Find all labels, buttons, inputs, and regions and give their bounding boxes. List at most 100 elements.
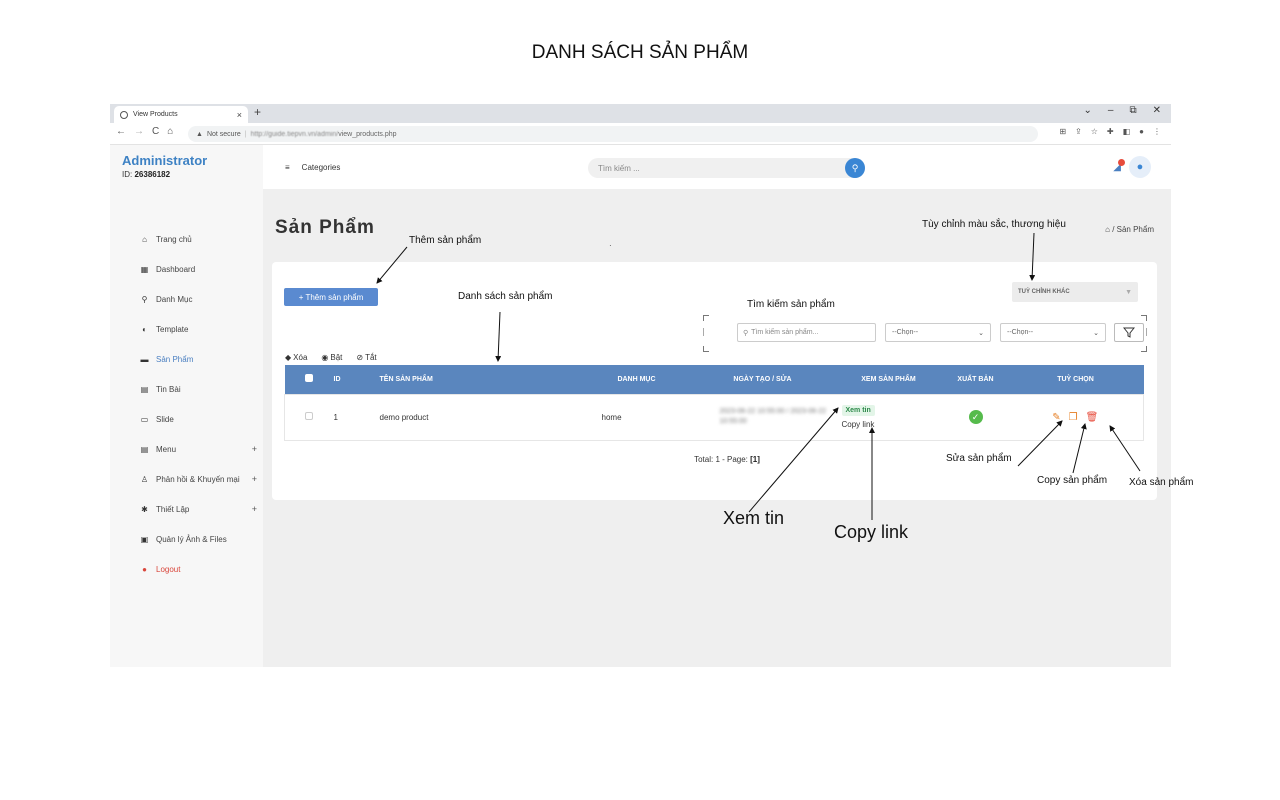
edit-pencil-icon[interactable]: ✎: [1052, 412, 1060, 423]
grid-icon: ▦: [140, 264, 149, 274]
search-input[interactable]: Tìm kiếm ...: [598, 164, 640, 173]
sidebar-item-media[interactable]: ▣ Quản lý Ảnh & Files: [128, 524, 263, 554]
stray-dot: ·: [609, 241, 612, 250]
pagination-summary: Total: 1 - Page: [1]: [694, 455, 760, 464]
annotation-delete: Xóa sản phẩm: [1129, 477, 1194, 488]
sidebar-item-logout[interactable]: ● Logout: [128, 554, 263, 584]
select-all-checkbox[interactable]: [304, 374, 313, 383]
search-icon: ⚲: [743, 329, 749, 337]
restore-icon[interactable]: ⧉: [1129, 105, 1136, 116]
sidebar-item-slide[interactable]: ▭ Slide: [128, 404, 263, 434]
page-number[interactable]: [1]: [750, 455, 760, 464]
warning-icon: ▲: [196, 130, 203, 138]
sidebar-item-news[interactable]: ▤ Tin Bài: [128, 374, 263, 404]
sidebar-item-dashboard[interactable]: ▦ Dashboard: [128, 254, 263, 284]
products-card: + Thêm sản phẩm TUỲ CHỈNH KHÁC ▼ ⚲ Tìm k…: [272, 262, 1157, 500]
sidebar-item-label: Danh Mục: [156, 294, 193, 304]
forward-icon[interactable]: →: [134, 126, 144, 137]
product-icon: ▬: [140, 354, 149, 364]
sidebar: Administrator ID: 26386182 ⌂ Trang chủ ▦ Da…: [110, 145, 263, 667]
menu-icon: ▤: [140, 444, 149, 454]
page-title: Sản Phẩm: [275, 217, 375, 238]
filter-select-1[interactable]: --Chọn-- ⌄: [885, 323, 991, 342]
search-button[interactable]: ⚲: [845, 158, 865, 178]
customize-dropdown[interactable]: TUỲ CHỈNH KHÁC ▼: [1012, 282, 1138, 302]
side-panel-icon[interactable]: ◧: [1123, 127, 1131, 136]
published-check-icon[interactable]: ✓: [968, 410, 983, 424]
annotation-copy-product: Copy sản phẩm: [1037, 475, 1108, 486]
chevron-down-icon: ⌄: [978, 329, 984, 337]
share-icon[interactable]: ⇪: [1075, 127, 1082, 136]
browser-tab[interactable]: View Products ×: [114, 106, 248, 123]
sidebar-item-label: Template: [156, 324, 189, 334]
user-avatar[interactable]: ●: [1129, 156, 1151, 178]
eye-icon: ◉: [321, 353, 329, 362]
globe-icon: [120, 110, 128, 119]
notification-bell-icon[interactable]: ◢: [1113, 159, 1125, 173]
tab-search-icon[interactable]: ⌄: [1084, 105, 1092, 116]
global-search[interactable]: Tìm kiếm ... ⚲: [588, 158, 865, 178]
row-checkbox[interactable]: [305, 412, 313, 420]
home-icon[interactable]: ⌂: [167, 126, 173, 137]
copy-icon[interactable]: ❐: [1069, 412, 1078, 423]
bulk-enable-button[interactable]: ◉ Bật: [321, 353, 342, 362]
admin-id: ID: 26386182: [122, 170, 171, 179]
annotation-list: Danh sách sản phẩm: [458, 291, 553, 302]
template-icon: ◐: [142, 324, 147, 334]
product-search-input[interactable]: ⚲ Tìm kiếm sản phẩm...: [737, 323, 876, 342]
close-window-icon[interactable]: ✕: [1153, 105, 1161, 116]
translate-icon[interactable]: ⊞: [1059, 127, 1066, 136]
sidebar-item-label: Menu: [156, 444, 177, 454]
filter-select-2[interactable]: --Chọn-- ⌄: [1000, 323, 1106, 342]
profile-icon[interactable]: ●: [1139, 127, 1144, 136]
tab-strip: View Products × + ⌄ – ⧉ ✕: [110, 104, 1171, 123]
copy-link-button[interactable]: Copy link: [842, 420, 940, 429]
expand-plus-icon[interactable]: +: [252, 444, 257, 454]
sidebar-item-template[interactable]: ◐ Template: [128, 314, 263, 344]
annotation-search: Tìm kiếm sản phẩm: [747, 299, 835, 310]
trash-icon[interactable]: 🗑︎: [1086, 412, 1099, 423]
bookmark-star-icon[interactable]: ☆: [1091, 127, 1098, 136]
view-news-link[interactable]: Xem tin: [841, 405, 875, 416]
annotation-edit: Sửa sản phẩm: [946, 453, 1012, 464]
col-view: XEM SẢN PHẨM: [861, 375, 916, 383]
sidebar-item-categories[interactable]: ⚲ Danh Mục: [128, 284, 263, 314]
filter-icon: [1123, 327, 1135, 338]
document-title: DANH SÁCH SẢN PHẨM: [531, 42, 749, 63]
url-input[interactable]: ▲ Not secure | http://guide.tiepvn.vn/ad…: [188, 126, 1038, 142]
sidebar-item-settings[interactable]: ✱ Thiết Lập +: [128, 494, 263, 524]
sidebar-item-products[interactable]: ▬ Sản Phẩm: [128, 344, 263, 374]
breadcrumb[interactable]: ⌂ / Sản Phẩm: [1105, 225, 1154, 234]
sidebar-item-feedback[interactable]: ♙ Phản hồi & Khuyến mại +: [128, 464, 263, 494]
tab-close-icon[interactable]: ×: [237, 110, 242, 120]
row-date: 2023-06-22 10:55:00 / 2023-06-22 10:55:0…: [719, 408, 827, 425]
categories-label: Categories: [301, 163, 341, 172]
reload-icon[interactable]: C: [152, 126, 159, 137]
extensions-icon[interactable]: ✚: [1107, 127, 1114, 136]
bulk-disable-button[interactable]: ⊘ Tắt: [356, 353, 376, 362]
add-product-button[interactable]: + Thêm sản phẩm: [284, 288, 378, 306]
expand-plus-icon[interactable]: +: [252, 474, 257, 484]
sidebar-item-label: Phản hồi & Khuyến mại: [156, 474, 240, 484]
eraser-icon: ◆: [285, 353, 292, 362]
user-icon: ♙: [140, 474, 149, 484]
hamburger-icon[interactable]: ≡: [285, 163, 290, 172]
back-icon[interactable]: ←: [116, 126, 126, 137]
sidebar-item-home[interactable]: ⌂ Trang chủ: [128, 224, 263, 254]
categories-toggle[interactable]: ≡ Categories: [285, 163, 340, 172]
kebab-menu-icon[interactable]: ⋮: [1153, 127, 1161, 136]
tab-title: View Products: [133, 111, 178, 118]
minimize-icon[interactable]: –: [1108, 105, 1114, 116]
new-tab-button[interactable]: +: [254, 105, 261, 119]
row-actions: ✎ ❐ 🗑︎: [1012, 412, 1140, 423]
sidebar-item-menu[interactable]: ▤ Menu +: [128, 434, 263, 464]
filter-button[interactable]: [1114, 323, 1144, 342]
nav-buttons: ← → C ⌂: [116, 126, 173, 137]
col-options: TUỲ CHỌN: [1057, 375, 1094, 383]
row-id: 1: [333, 412, 338, 422]
expand-plus-icon[interactable]: +: [252, 504, 257, 514]
security-label: Not secure: [206, 130, 241, 138]
sidebar-item-label: Trang chủ: [156, 234, 192, 244]
bulk-delete-button[interactable]: ◆ Xóa: [285, 353, 307, 362]
sidebar-item-label: Quản lý Ảnh & Files: [156, 534, 227, 544]
